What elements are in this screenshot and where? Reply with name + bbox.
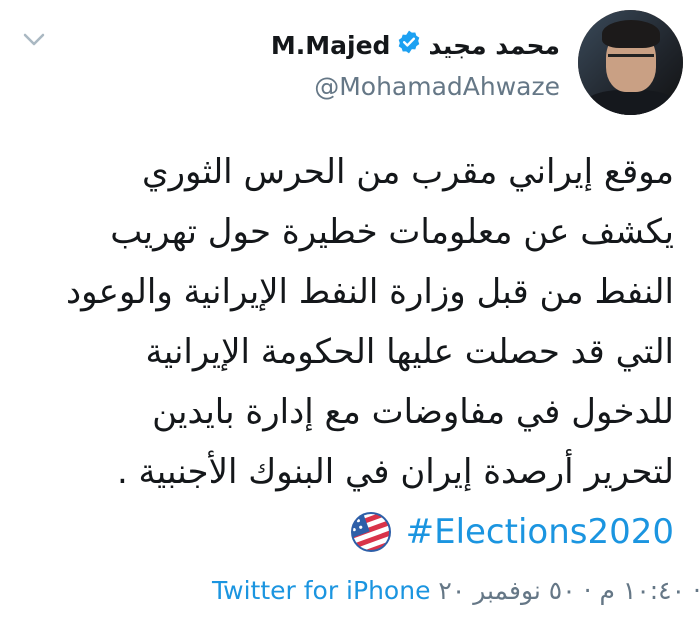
author-name-latin[interactable]: M.Majed xyxy=(271,31,391,60)
author-name-row[interactable]: M.Majed محمد مجيد xyxy=(271,25,560,65)
timestamp[interactable]: ١٠:٤٠ م · ٥٠ نوفمبر ٢٠ · xyxy=(438,576,700,605)
tweet-footer: Twitter for iPhone ١٠:٤٠ م · ٥٠ نوفمبر ٢… xyxy=(212,576,700,605)
hashtag-link[interactable]: #Elections2020 xyxy=(406,502,674,562)
tweet-line: موقع إيراني مقرب من الحرس الثوري xyxy=(141,152,674,192)
avatar[interactable] xyxy=(578,10,683,115)
hashtag-line: #Elections2020 xyxy=(24,502,674,562)
tweet-line: التي قد حصلت عليها الحكومة الإيرانية xyxy=(145,332,674,372)
verified-badge-icon xyxy=(396,29,422,61)
tweet-line: النفط من قبل وزارة النفط الإيرانية والوع… xyxy=(65,272,674,312)
tweet-text: موقع إيراني مقرب من الحرس الثوري يكشف عن… xyxy=(24,142,674,562)
tweet-line: للدخول في مفاوضات مع إدارة بايدين xyxy=(152,392,674,432)
author-handle[interactable]: @MohamadAhwaze xyxy=(314,72,560,101)
author-name-arabic[interactable]: محمد مجيد xyxy=(428,31,560,60)
us-flag-ballot-icon xyxy=(346,507,395,557)
source-link[interactable]: Twitter for iPhone xyxy=(212,576,430,605)
chevron-down-icon[interactable] xyxy=(20,30,48,50)
tweet-line: يكشف عن معلومات خطيرة حول تهريب xyxy=(110,212,674,252)
tweet-line: لتحرير أرصدة إيران في البنوك الأجنبية . xyxy=(116,452,674,492)
